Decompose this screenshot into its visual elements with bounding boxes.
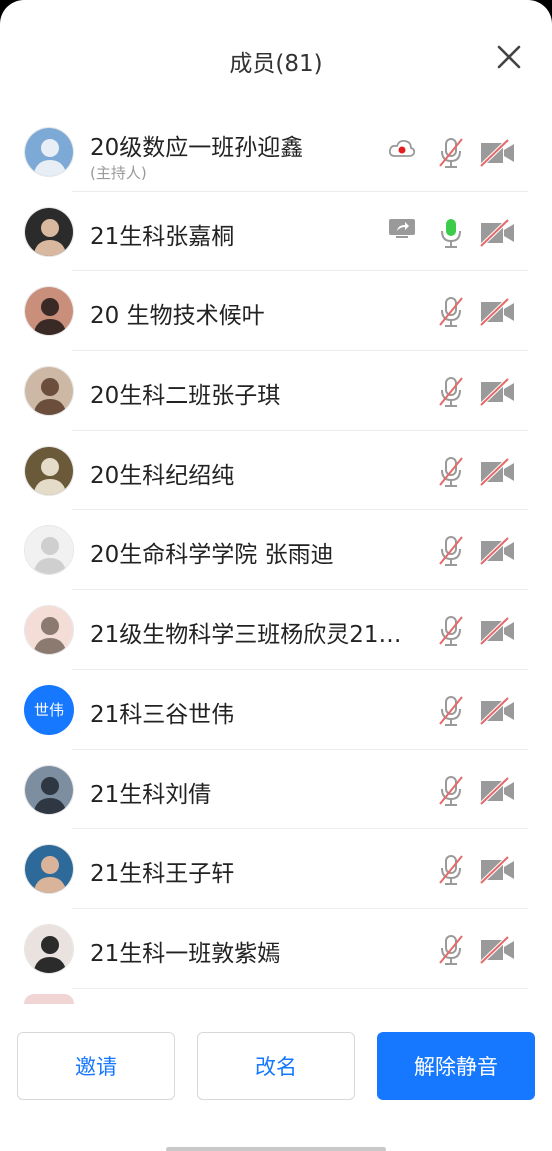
partial-avatar xyxy=(24,994,74,1004)
avatar xyxy=(24,844,74,895)
member-list[interactable]: 20级数应一班孙迎鑫 (主持人) 21生科张嘉桐 20 生物技术候叶 20生科二… xyxy=(0,112,552,1012)
member-row[interactable]: 世伟 21科三谷世伟 xyxy=(0,670,552,750)
avatar xyxy=(24,127,74,177)
avatar xyxy=(24,764,74,815)
member-row[interactable]: 20生命科学学院 张雨迪 xyxy=(0,510,552,591)
member-row[interactable]: 21生科刘倩 xyxy=(0,750,552,830)
member-row[interactable]: 21生科王子轩 xyxy=(0,829,552,909)
member-row[interactable]: 20生科二班张子琪 xyxy=(0,351,552,431)
mic-muted-icon[interactable] xyxy=(436,933,466,971)
camera-off-icon[interactable] xyxy=(478,138,516,172)
avatar xyxy=(24,206,74,257)
rename-button[interactable]: 改名 xyxy=(197,1032,355,1100)
avatar: 世伟 xyxy=(24,684,74,735)
member-name: 21生科一班敦紫嫣 xyxy=(90,940,281,967)
camera-off-icon[interactable] xyxy=(478,457,516,491)
members-panel: 成员(81) 20级数应一班孙迎鑫 (主持人) 21生科张嘉桐 20 生物技术候… xyxy=(0,0,552,1151)
camera-off-icon[interactable] xyxy=(478,218,516,252)
panel-header: 成员(81) xyxy=(0,0,552,112)
member-name: 21级生物科学三班杨欣灵21… xyxy=(90,622,402,649)
avatar xyxy=(24,605,74,656)
avatar xyxy=(24,366,74,417)
member-row[interactable]: 21生科张嘉桐 xyxy=(0,192,552,272)
mic-muted-icon[interactable] xyxy=(436,455,466,493)
member-name: 21生科张嘉桐 xyxy=(90,223,235,250)
member-row[interactable]: 21级生物科学三班杨欣灵21… xyxy=(0,590,552,670)
camera-off-icon[interactable] xyxy=(478,855,516,889)
member-row[interactable]: 21生科一班敦紫嫣 xyxy=(0,909,552,989)
invite-button[interactable]: 邀请 xyxy=(17,1032,175,1100)
member-name: 21生科刘倩 xyxy=(90,781,212,808)
footer-bar: 邀请 改名 解除静音 xyxy=(0,1012,552,1151)
cloud-record-icon xyxy=(388,138,416,164)
member-row[interactable]: 20 生物技术候叶 xyxy=(0,271,552,352)
avatar xyxy=(24,525,74,576)
close-button[interactable] xyxy=(494,42,524,72)
member-role: (主持人) xyxy=(90,164,147,182)
unmute-all-button[interactable]: 解除静音 xyxy=(377,1032,535,1100)
camera-off-icon[interactable] xyxy=(478,616,516,650)
camera-off-icon[interactable] xyxy=(478,536,516,570)
close-icon xyxy=(497,45,521,69)
member-name: 20生科纪绍纯 xyxy=(90,462,235,489)
member-row[interactable]: 20级数应一班孙迎鑫 (主持人) xyxy=(0,112,552,192)
mic-muted-icon[interactable] xyxy=(436,774,466,812)
mic-muted-icon[interactable] xyxy=(436,375,466,413)
member-name: 21生科王子轩 xyxy=(90,861,235,888)
member-name: 20生科二班张子琪 xyxy=(90,383,281,410)
screen-share-icon xyxy=(388,218,416,244)
row-divider xyxy=(72,987,528,989)
member-name: 20 生物技术候叶 xyxy=(90,303,265,330)
panel-title: 成员(81) xyxy=(229,51,323,77)
avatar xyxy=(24,286,74,337)
avatar xyxy=(24,445,74,496)
mic-muted-icon[interactable] xyxy=(436,614,466,652)
mic-muted-icon[interactable] xyxy=(436,694,466,732)
member-row[interactable]: 20生科纪绍纯 xyxy=(0,431,552,511)
camera-off-icon[interactable] xyxy=(478,696,516,730)
avatar xyxy=(24,923,74,974)
mic-muted-icon[interactable] xyxy=(436,295,466,333)
mic-muted-icon[interactable] xyxy=(436,136,466,174)
camera-off-icon[interactable] xyxy=(478,377,516,411)
camera-off-icon[interactable] xyxy=(478,935,516,969)
mic-muted-icon[interactable] xyxy=(436,853,466,891)
member-name: 21科三谷世伟 xyxy=(90,701,235,728)
home-indicator xyxy=(166,1147,386,1151)
mic-muted-icon[interactable] xyxy=(436,534,466,572)
member-name: 20级数应一班孙迎鑫 xyxy=(90,135,304,161)
member-name: 20生命科学学院 张雨迪 xyxy=(90,542,334,569)
camera-off-icon[interactable] xyxy=(478,297,516,331)
camera-off-icon[interactable] xyxy=(478,776,516,810)
mic-on-icon[interactable] xyxy=(436,216,466,254)
